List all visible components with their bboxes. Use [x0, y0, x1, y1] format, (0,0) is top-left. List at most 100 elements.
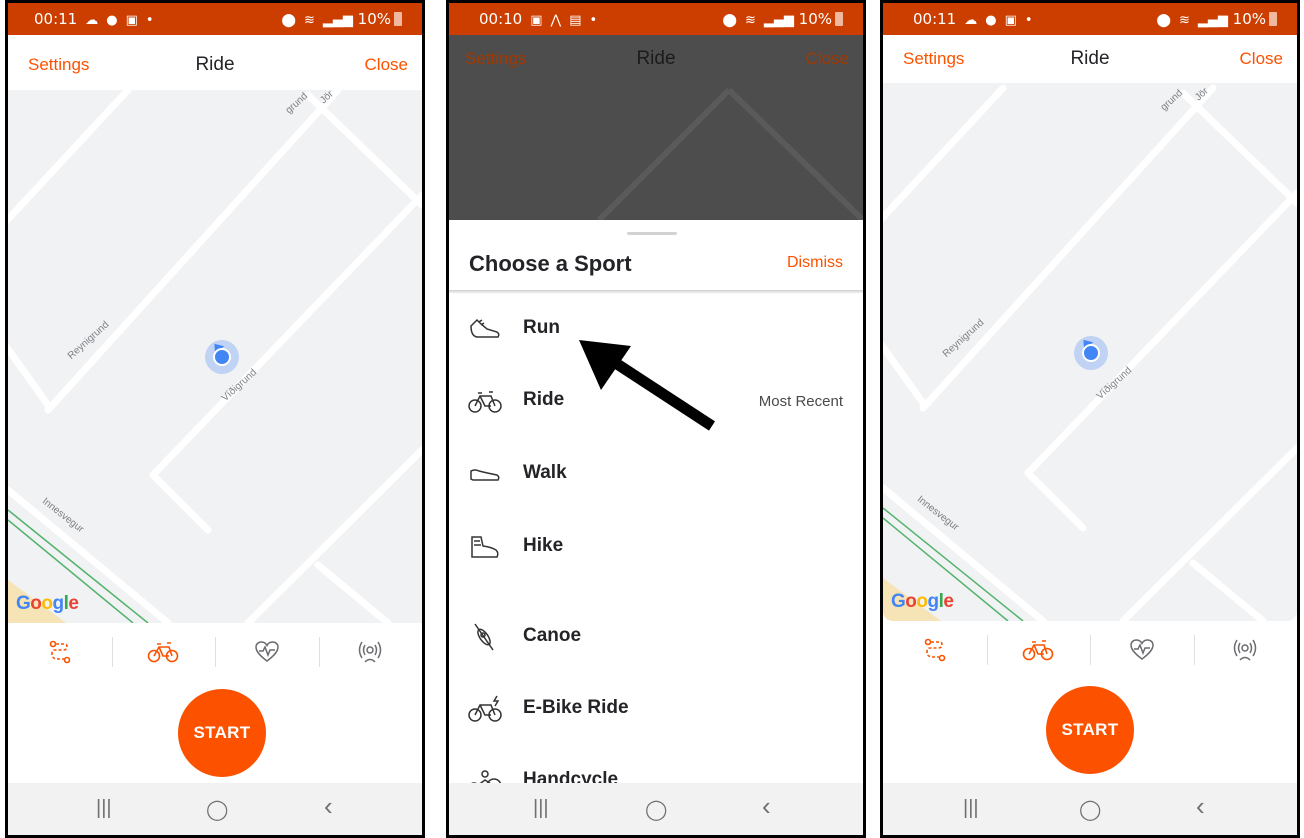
status-bar: 00:11 ☁ ● ▣ • ⬤ ≋ ▂▄▆ 10%: [8, 3, 422, 35]
home-button[interactable]: ◯: [206, 797, 228, 822]
image-icon: ▣: [530, 13, 543, 28]
page-title: Ride: [636, 48, 676, 69]
record-header: Settings Ride Close: [883, 35, 1297, 83]
page-title: Ride: [195, 54, 235, 75]
record-header: Settings Ride Close: [8, 35, 422, 90]
hike-boot-icon: [471, 536, 499, 558]
tab-sport[interactable]: [112, 623, 216, 681]
battery-percent: 10%: [798, 10, 832, 28]
sport-label: Run: [523, 317, 560, 338]
heart-rate-icon: [254, 641, 279, 662]
sport-label: Ride: [523, 389, 565, 410]
dimmed-background[interactable]: Settings Ride Close: [449, 35, 863, 220]
battery-icon: [835, 12, 843, 26]
current-location-marker: [205, 340, 239, 374]
tab-route[interactable]: [8, 623, 112, 681]
record-tabs: [8, 623, 422, 681]
android-nav-bar: ||| ◯ ‹: [449, 783, 863, 835]
tab-route[interactable]: [883, 621, 987, 679]
close-button: Close: [805, 49, 849, 68]
status-time: 00:11: [34, 10, 78, 28]
image-icon: ▣: [1004, 13, 1017, 28]
sport-item-hike[interactable]: Hike: [449, 518, 863, 578]
bike-icon: [1022, 640, 1054, 661]
recents-button[interactable]: |||: [96, 797, 112, 820]
home-button[interactable]: ◯: [1079, 797, 1101, 822]
annotation-arrow-icon: [579, 340, 716, 431]
location-pin-icon: ⬤: [281, 13, 296, 28]
sport-item-walk[interactable]: Walk: [449, 445, 863, 505]
battery-icon: [394, 12, 402, 26]
close-button[interactable]: Close: [365, 55, 408, 75]
cloud-icon: ☁: [964, 13, 978, 28]
close-button[interactable]: Close: [1240, 49, 1283, 69]
route-icon: [924, 638, 946, 662]
image-icon: ▣: [125, 13, 138, 28]
back-button[interactable]: ‹: [1196, 791, 1205, 822]
status-bar: 00:11 ☁ ● ▣ • ⬤ ≋ ▂▄▆ 10%: [883, 3, 1297, 35]
run-shoe-icon: [470, 318, 500, 338]
phone-screen-choose-sport: 00:10 ▣ ⋀ ▤ • ⬤ ≋ ▂▄▆ 10% Settings Ride Close …: [446, 0, 866, 838]
battery-percent: 10%: [357, 10, 391, 28]
strava-icon: ⋀: [550, 13, 562, 28]
sport-tag-most-recent: Most Recent: [758, 393, 843, 410]
map-view[interactable]: Reynigrund Víðigrund Innesvegur grund Jö…: [8, 90, 422, 623]
page-title: Ride: [1070, 48, 1110, 69]
location-pin-icon: ⬤: [1156, 13, 1171, 28]
tab-sport[interactable]: [987, 621, 1091, 679]
wifi-icon: ≋: [744, 13, 756, 28]
sheet-title: Choose a Sport: [469, 251, 632, 276]
sport-label: Walk: [523, 462, 567, 483]
signal-icon: ▂▄▆: [322, 13, 353, 28]
phone-screen-ride-map: 00:11 ☁ ● ▣ • ⬤ ≋ ▂▄▆ 10% Settings Ride Close …: [880, 0, 1300, 838]
ebike-icon: [468, 695, 502, 722]
start-button[interactable]: START: [178, 689, 266, 777]
tab-sensors[interactable]: [319, 623, 423, 681]
battery-icon: [1269, 12, 1277, 26]
status-time: 00:11: [913, 10, 957, 28]
android-nav-bar: ||| ◯ ‹: [883, 783, 1297, 835]
sport-label: Canoe: [523, 625, 582, 646]
canoe-icon: [474, 623, 494, 651]
google-logo: Google: [16, 593, 79, 614]
sport-item-ebike-ride[interactable]: E-Bike Ride: [449, 680, 863, 740]
bulb-icon: ●: [106, 13, 118, 28]
cloud-icon: ☁: [85, 13, 99, 28]
wifi-icon: ≋: [303, 13, 315, 28]
phone-screen-ride-map: 00:11 ☁ ● ▣ • ⬤ ≋ ▂▄▆ 10% Settings Ride Close …: [5, 0, 425, 838]
home-button[interactable]: ◯: [645, 797, 667, 822]
bike-icon: [468, 391, 502, 413]
walk-shoe-icon: [470, 469, 500, 481]
record-tabs: [883, 621, 1297, 679]
battery-percent: 10%: [1232, 10, 1266, 28]
sport-item-canoe[interactable]: Canoe: [449, 608, 863, 668]
bike-icon: [147, 642, 179, 663]
google-logo: Google: [891, 591, 954, 612]
status-bar: 00:10 ▣ ⋀ ▤ • ⬤ ≋ ▂▄▆ 10%: [449, 3, 863, 35]
sensor-icon: [1234, 639, 1257, 661]
heart-rate-icon: [1129, 639, 1154, 660]
dismiss-button[interactable]: Dismiss: [787, 254, 843, 272]
map-view[interactable]: Reynigrund Víðigrund Innesvegur grund Jö…: [883, 83, 1297, 621]
dot-icon: •: [1024, 13, 1033, 28]
recents-button[interactable]: |||: [533, 797, 549, 820]
route-icon: [49, 640, 71, 664]
wifi-icon: ≋: [1178, 13, 1190, 28]
back-button[interactable]: ‹: [762, 791, 771, 822]
recents-button[interactable]: |||: [963, 797, 979, 820]
tab-heart-rate[interactable]: [1090, 621, 1194, 679]
sport-label: Hike: [523, 535, 564, 556]
back-button[interactable]: ‹: [324, 791, 333, 822]
status-time: 00:10: [479, 10, 523, 28]
tab-sensors[interactable]: [1194, 621, 1298, 679]
sheet-grabber[interactable]: [627, 232, 677, 235]
tab-heart-rate[interactable]: [215, 623, 319, 681]
bulb-icon: ●: [985, 13, 997, 28]
choose-sport-sheet: Choose a Sport Dismiss Run Ride Most Rec…: [449, 220, 863, 835]
signal-icon: ▂▄▆: [1197, 13, 1228, 28]
android-nav-bar: ||| ◯ ‹: [8, 783, 422, 835]
dot-icon: •: [589, 13, 598, 28]
sensor-icon: [359, 641, 382, 663]
start-button[interactable]: START: [1046, 686, 1134, 774]
dot-icon: •: [145, 13, 154, 28]
